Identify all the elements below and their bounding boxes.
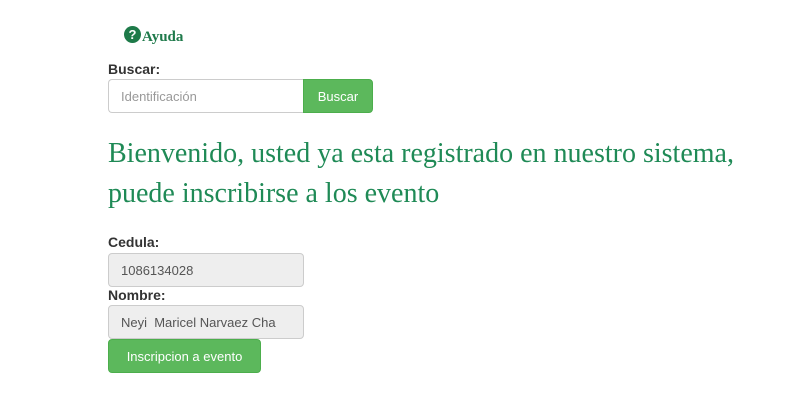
welcome-message: Bienvenido, usted ya esta registrado en … — [108, 138, 734, 209]
cedula-field[interactable] — [108, 253, 304, 287]
nombre-field[interactable] — [108, 305, 304, 339]
nombre-label: Nombre: — [108, 287, 166, 303]
enroll-event-button[interactable]: Inscripcion a evento — [108, 339, 261, 373]
search-label: Buscar: — [108, 61, 161, 77]
page: ? Ayuda Buscar: Buscar Bienvenido, usted… — [0, 0, 809, 407]
help-label: Ayuda — [142, 29, 184, 45]
search-input[interactable] — [108, 79, 304, 113]
search-button[interactable]: Buscar — [303, 79, 373, 113]
help-link[interactable]: ? Ayuda — [124, 26, 184, 45]
cedula-label: Cedula: — [108, 234, 160, 250]
question-circle-icon: ? — [124, 26, 141, 43]
